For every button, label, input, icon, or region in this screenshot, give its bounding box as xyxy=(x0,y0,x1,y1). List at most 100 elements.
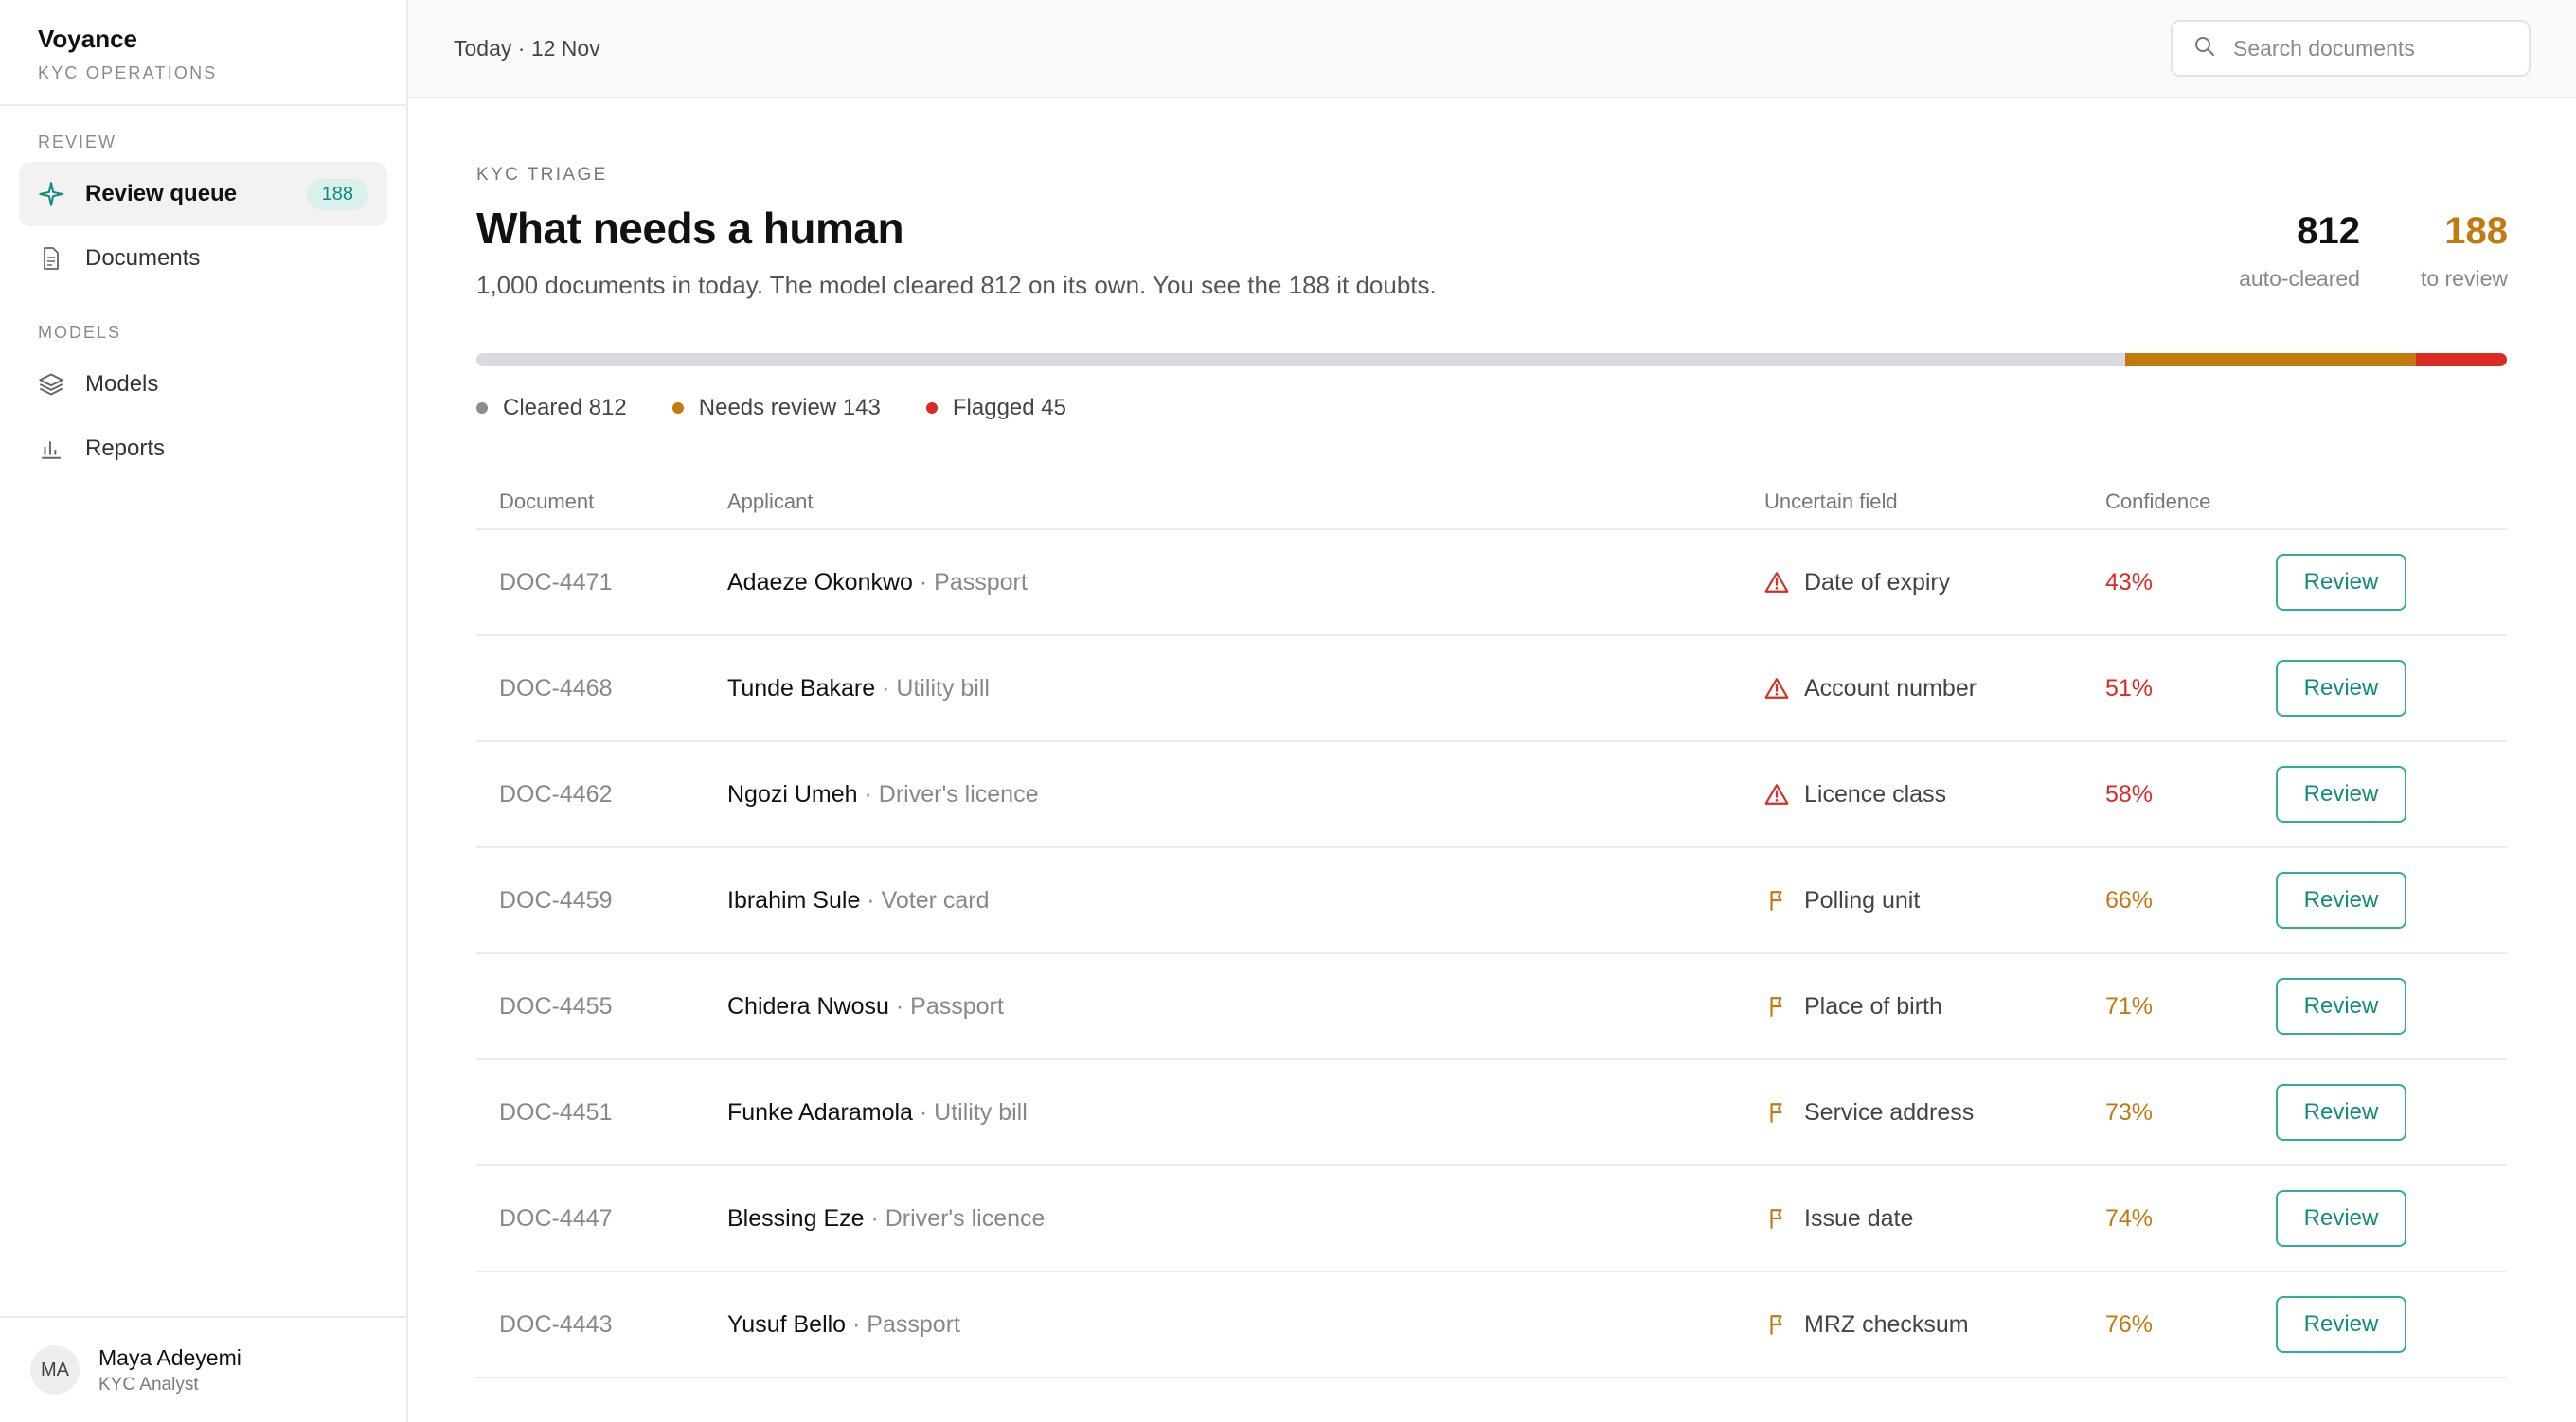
search-box[interactable] xyxy=(2171,20,2531,77)
uncertain-field-cell: Service address xyxy=(1764,1059,2105,1166)
column-header-confidence[interactable]: Confidence xyxy=(2105,474,2276,530)
table-row[interactable]: DOC-4451 Funke Adaramola · Utility bill Se… xyxy=(476,1059,2507,1166)
sidebar-item-review-queue[interactable]: Review queue 188 xyxy=(19,162,387,226)
user-profile[interactable]: MA Maya Adeyemi KYC Analyst xyxy=(0,1316,406,1422)
legend-dot xyxy=(671,402,684,414)
stat-value: 812 xyxy=(2297,210,2360,252)
review-button[interactable]: Review xyxy=(2276,1190,2406,1247)
document-type: · Driver's licence xyxy=(864,1204,1046,1232)
table-row[interactable]: DOC-4447 Blessing Eze · Driver's licence I… xyxy=(476,1165,2507,1272)
warning-icon xyxy=(1764,782,1789,807)
document-type: · Voter card xyxy=(860,886,990,914)
confidence-cell: 76% xyxy=(2105,1271,2276,1378)
confidence-cell: 66% xyxy=(2105,847,2276,954)
review-button[interactable]: Review xyxy=(2276,1084,2406,1141)
doc-id: DOC-4443 xyxy=(499,1310,613,1338)
sidebar: Voyance KYC OPERATIONS REVIEW Review que… xyxy=(0,0,408,1422)
search-input[interactable] xyxy=(2233,35,2498,62)
uncertain-field: Issue date xyxy=(1804,1204,1914,1232)
legend-dot xyxy=(925,402,938,414)
doc-id: DOC-4455 xyxy=(499,992,613,1020)
doc-id: DOC-4459 xyxy=(499,886,613,914)
stat-auto-cleared: 812 auto-cleared xyxy=(2239,210,2360,292)
table-row[interactable]: DOC-4455 Chidera Nwosu · Passport Place of… xyxy=(476,953,2507,1060)
progress-segment-needs-review xyxy=(2124,353,2416,366)
table-row[interactable]: DOC-4462 Ngozi Umeh · Driver's licence Lic… xyxy=(476,741,2507,848)
app-root: Voyance KYC OPERATIONS REVIEW Review que… xyxy=(0,0,2576,1422)
legend-item: Needs review 143 xyxy=(671,395,881,421)
doc-id: DOC-4471 xyxy=(499,568,613,595)
confidence-cell: 74% xyxy=(2105,1165,2276,1272)
uncertain-field: MRZ checksum xyxy=(1804,1310,1969,1338)
column-header-document[interactable]: Document xyxy=(476,474,727,530)
confidence-value: 66% xyxy=(2105,886,2154,914)
triage-progress-bar xyxy=(476,353,2507,366)
sidebar-item-models[interactable]: Models xyxy=(19,352,387,417)
doc-id: DOC-4451 xyxy=(499,1098,613,1126)
document-type: · Passport xyxy=(846,1310,960,1338)
column-header-applicant[interactable]: Applicant xyxy=(727,474,1764,530)
section-eyebrow: KYC TRIAGE xyxy=(476,165,608,185)
table-row[interactable]: DOC-4459 Ibrahim Sule · Voter card Polling… xyxy=(476,847,2507,954)
page-subtitle: 1,000 documents in today. The model clea… xyxy=(476,271,1437,299)
uncertain-field: Service address xyxy=(1804,1098,1975,1126)
doc-id: DOC-4462 xyxy=(499,780,613,808)
stat-value: 188 xyxy=(2444,210,2508,252)
applicant-name: Funke Adaramola xyxy=(727,1098,913,1126)
main-content: Today · 12 Nov KYC TRIAGE What needs a h… xyxy=(408,0,2576,1422)
applicant-name: Blessing Eze xyxy=(727,1204,865,1232)
confidence-cell: 58% xyxy=(2105,741,2276,848)
confidence-value: 43% xyxy=(2105,568,2154,595)
document-type: · Passport xyxy=(888,992,1004,1020)
progress-segment-flagged xyxy=(2415,353,2507,366)
review-button[interactable]: Review xyxy=(2276,978,2406,1035)
sidebar-item-reports[interactable]: Reports xyxy=(19,417,387,481)
review-button[interactable]: Review xyxy=(2276,554,2406,611)
sparkle-icon xyxy=(38,181,64,207)
applicant-cell: Tunde Bakare · Utility bill xyxy=(727,635,1764,742)
review-button[interactable]: Review xyxy=(2276,1296,2406,1353)
flag-icon xyxy=(1764,1206,1789,1231)
stat-to-review: 188 to review xyxy=(2421,210,2508,292)
review-button[interactable]: Review xyxy=(2276,872,2406,929)
legend-label: Flagged 45 xyxy=(952,395,1066,420)
nav-section-review: REVIEW xyxy=(38,133,117,151)
confidence-value: 74% xyxy=(2105,1204,2154,1232)
sidebar-item-documents[interactable]: Documents xyxy=(19,226,387,291)
review-button[interactable]: Review xyxy=(2276,660,2406,717)
warning-icon xyxy=(1764,676,1789,701)
uncertain-field: Account number xyxy=(1804,674,1977,702)
layers-icon xyxy=(38,371,64,398)
avatar: MA xyxy=(30,1345,80,1395)
table-row[interactable]: DOC-4471 Adaeze Okonkwo · Passport Date of… xyxy=(476,529,2507,636)
progress-segment-cleared xyxy=(476,353,2125,366)
column-header-actions xyxy=(2276,474,2507,530)
review-button[interactable]: Review xyxy=(2276,766,2406,823)
action-cell: Review xyxy=(2276,635,2507,742)
uncertain-field-cell: Date of expiry xyxy=(1764,529,2105,636)
triage-panel: KYC TRIAGE What needs a human 1,000 docu… xyxy=(408,98,2576,1378)
applicant-cell: Ngozi Umeh · Driver's licence xyxy=(727,741,1764,848)
document-type: · Utility bill xyxy=(912,1098,1028,1126)
legend-label: Cleared 812 xyxy=(503,395,627,420)
column-header-uncertain-field[interactable]: Uncertain field xyxy=(1764,474,2105,530)
doc-id-cell: DOC-4471 xyxy=(476,529,727,636)
flag-icon xyxy=(1764,1100,1789,1125)
doc-id-cell: DOC-4468 xyxy=(476,635,727,742)
document-type: · Passport xyxy=(912,568,1028,595)
uncertain-field-cell: MRZ checksum xyxy=(1764,1271,2105,1378)
confidence-cell: 43% xyxy=(2105,529,2276,636)
bar-chart-icon xyxy=(38,435,64,462)
page-title: What needs a human xyxy=(476,204,904,253)
doc-id-cell: DOC-4451 xyxy=(476,1059,727,1166)
date-label: Today · 12 Nov xyxy=(454,35,600,61)
doc-id-cell: DOC-4455 xyxy=(476,953,727,1060)
table-row[interactable]: DOC-4468 Tunde Bakare · Utility bill Accou… xyxy=(476,635,2507,742)
warning-icon xyxy=(1764,570,1789,595)
flag-icon xyxy=(1764,994,1789,1019)
stat-label: to review xyxy=(2420,266,2508,291)
table-row[interactable]: DOC-4443 Yusuf Bello · Passport MRZ checks… xyxy=(476,1271,2507,1378)
document-icon xyxy=(38,245,64,272)
flag-icon xyxy=(1764,1312,1789,1337)
confidence-value: 73% xyxy=(2105,1098,2154,1126)
